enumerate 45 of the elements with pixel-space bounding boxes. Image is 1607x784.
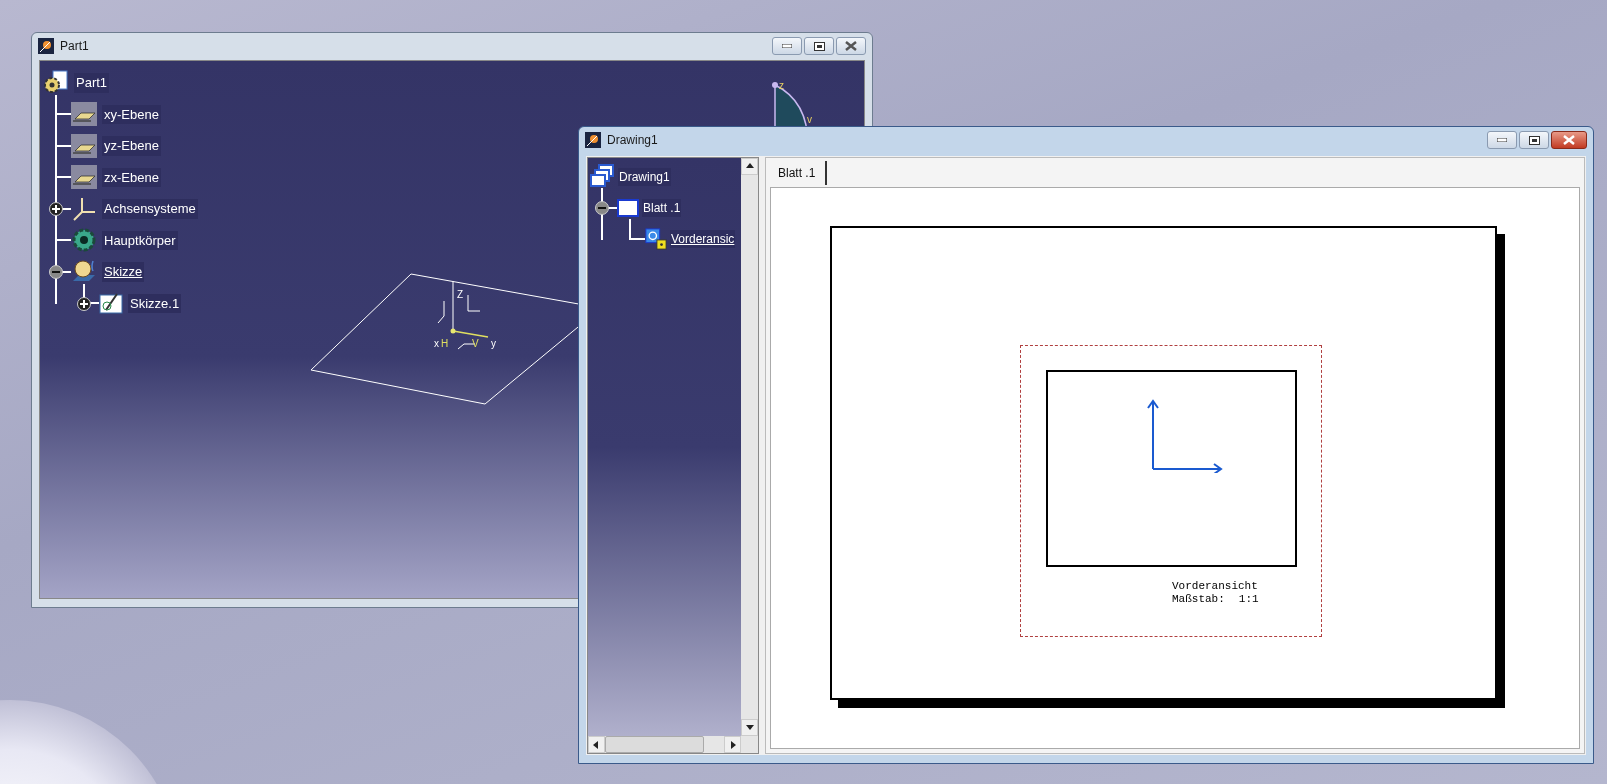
tree-item[interactable]: Hauptkörper bbox=[102, 230, 178, 250]
part-gear-icon bbox=[43, 69, 69, 96]
tree-item[interactable]: Achsensysteme bbox=[102, 199, 198, 219]
tree-item[interactable]: Blatt .1 bbox=[642, 198, 682, 217]
expand-icon[interactable] bbox=[77, 296, 91, 311]
close-button[interactable] bbox=[1551, 131, 1587, 149]
horizontal-scrollbar[interactable] bbox=[588, 736, 758, 753]
tree-item[interactable]: Skizze bbox=[102, 262, 145, 282]
close-icon bbox=[1563, 135, 1575, 145]
app-icon bbox=[38, 38, 54, 54]
close-button[interactable] bbox=[836, 37, 866, 55]
tree-item[interactable]: Vorderansic bbox=[670, 229, 736, 248]
app-icon bbox=[585, 132, 601, 148]
restore-button[interactable] bbox=[804, 37, 834, 55]
scroll-right-button[interactable] bbox=[724, 736, 741, 753]
minimize-icon bbox=[1497, 138, 1507, 142]
plane-icon bbox=[71, 165, 97, 190]
scroll-down-button[interactable] bbox=[741, 719, 758, 736]
scale-label: Maßstab: bbox=[1172, 593, 1225, 606]
vertical-scrollbar[interactable] bbox=[741, 158, 758, 736]
plane-icon bbox=[71, 102, 97, 127]
body-gear-icon bbox=[71, 227, 97, 254]
collapse-icon[interactable] bbox=[595, 201, 609, 215]
tree-item[interactable]: Skizze.1 bbox=[128, 293, 182, 313]
scroll-left-button[interactable] bbox=[588, 736, 605, 753]
tree-item[interactable]: zx-Ebene bbox=[102, 167, 161, 187]
view-name: Vorderansicht bbox=[1172, 580, 1259, 593]
minimize-icon bbox=[782, 44, 792, 48]
restore-icon bbox=[813, 41, 825, 51]
close-icon bbox=[845, 41, 857, 51]
scroll-up-button[interactable] bbox=[741, 158, 758, 175]
tree-item[interactable]: Part1 bbox=[74, 73, 110, 93]
tree-item[interactable]: Drawing1 bbox=[618, 167, 671, 186]
restore-icon bbox=[1528, 135, 1540, 145]
plane-icon bbox=[71, 133, 97, 158]
collapse-icon[interactable] bbox=[49, 265, 63, 279]
axis-system-icon bbox=[71, 195, 97, 222]
tree-item[interactable]: yz-Ebene bbox=[102, 136, 161, 156]
scale-value: 1:1 bbox=[1238, 593, 1259, 606]
tree-item[interactable]: xy-Ebene bbox=[102, 104, 161, 124]
scrollbar-thumb[interactable] bbox=[605, 736, 704, 753]
window-title: Part1 bbox=[60, 38, 90, 55]
restore-button[interactable] bbox=[1519, 131, 1549, 149]
window-title: Drawing1 bbox=[607, 132, 659, 149]
expand-icon[interactable] bbox=[49, 202, 63, 216]
